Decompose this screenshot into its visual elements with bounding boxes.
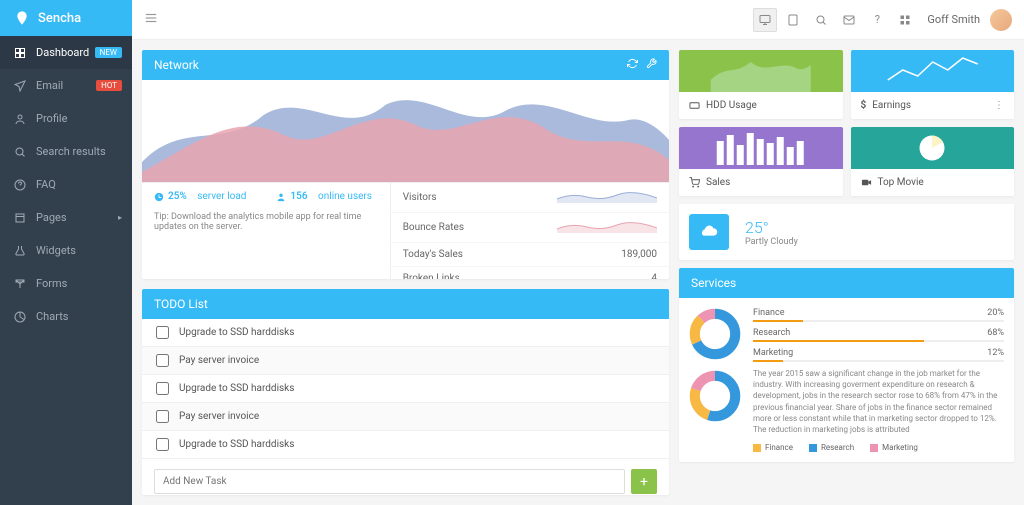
services-panel: Services <box>679 268 1014 462</box>
network-title: Network <box>154 58 199 72</box>
nav-badge: NEW <box>95 47 122 58</box>
nav-icon <box>14 179 26 191</box>
network-chart <box>142 80 669 182</box>
service-row: Research68% <box>753 328 1004 342</box>
todo-checkbox[interactable] <box>156 326 169 339</box>
hdd-label: HDD Usage <box>706 100 757 111</box>
sidebar-item-faq[interactable]: FAQ <box>0 168 132 201</box>
network-row: Broken Links4 <box>390 267 669 279</box>
nav-icon <box>14 80 26 92</box>
earnings-label: Earnings <box>872 100 911 111</box>
hamburger-icon[interactable] <box>144 11 158 28</box>
service-row: Marketing12% <box>753 348 1004 362</box>
server-load-stat: 25% server load <box>154 191 246 202</box>
topbar: ? Goff Smith <box>132 0 1024 40</box>
todo-checkbox[interactable] <box>156 410 169 423</box>
sidebar-item-profile[interactable]: Profile <box>0 102 132 135</box>
todo-checkbox[interactable] <box>156 438 169 451</box>
chevron-right-icon: ▸ <box>118 213 122 222</box>
user-icon <box>276 192 286 202</box>
todo-item: Pay server invoice <box>142 347 669 375</box>
weather-icon <box>689 214 729 250</box>
sidebar-item-dashboard[interactable]: DashboardNEW <box>0 36 132 69</box>
network-row: Today's Sales189,000 <box>390 243 669 267</box>
sidebar-item-widgets[interactable]: Widgets <box>0 234 132 267</box>
hdd-icon <box>689 100 700 111</box>
services-legend: Finance Research Marketing <box>753 443 1004 452</box>
todo-panel: TODO List Upgrade to SSD harddisksPay se… <box>142 289 669 495</box>
movie-card[interactable]: Top Movie <box>851 127 1015 196</box>
sales-label: Sales <box>706 177 730 188</box>
weather-cond: Partly Cloudy <box>745 237 798 247</box>
services-donut-1 <box>689 308 741 360</box>
nav: DashboardNEWEmailHOTProfileSearch result… <box>0 36 132 333</box>
help-icon[interactable]: ? <box>865 8 889 32</box>
weather-widget: 25° Partly Cloudy <box>679 204 1014 260</box>
username[interactable]: Goff Smith <box>927 13 980 26</box>
brand[interactable]: Sencha <box>0 0 132 36</box>
service-row: Finance20% <box>753 308 1004 322</box>
network-tip: Tip: Download the analytics mobile app f… <box>154 212 378 232</box>
add-task-button[interactable]: + <box>631 469 657 494</box>
nav-icon <box>14 146 26 158</box>
hdd-sparkline <box>679 50 843 92</box>
nav-icon <box>14 311 26 323</box>
services-desc: The year 2015 saw a significant change i… <box>753 368 1004 435</box>
services-donut-2 <box>689 370 741 422</box>
grid-icon[interactable] <box>893 8 917 32</box>
nav-icon <box>14 113 26 125</box>
network-panel: Network <box>142 50 669 279</box>
nav-icon <box>14 278 26 290</box>
dollar-icon: $ <box>861 100 867 111</box>
brand-icon <box>14 10 30 26</box>
earnings-card[interactable]: $ Earnings ⋮ <box>851 50 1015 119</box>
earnings-menu-icon[interactable]: ⋮ <box>994 100 1004 111</box>
sales-card[interactable]: Sales <box>679 127 843 196</box>
nav-badge: HOT <box>96 80 122 91</box>
todo-checkbox[interactable] <box>156 382 169 395</box>
desktop-icon[interactable] <box>753 8 777 32</box>
todo-item: Upgrade to SSD harddisks <box>142 319 669 347</box>
weather-temp: 25° <box>745 218 798 237</box>
nav-icon <box>14 47 26 59</box>
todo-item: Upgrade to SSD harddisks <box>142 431 669 459</box>
refresh-icon[interactable] <box>627 58 638 72</box>
tablet-icon[interactable] <box>781 8 805 32</box>
network-row: Bounce Rates <box>390 213 669 243</box>
mail-icon[interactable] <box>837 8 861 32</box>
movie-label: Top Movie <box>878 177 924 188</box>
wrench-icon[interactable] <box>646 58 657 72</box>
video-icon <box>861 177 872 188</box>
earnings-sparkline <box>851 50 1015 92</box>
sidebar-item-email[interactable]: EmailHOT <box>0 69 132 102</box>
todo-checkbox[interactable] <box>156 354 169 367</box>
search-icon[interactable] <box>809 8 833 32</box>
hdd-card[interactable]: HDD Usage <box>679 50 843 119</box>
avatar[interactable] <box>990 9 1012 31</box>
services-title: Services <box>691 276 736 290</box>
sales-bars <box>679 127 843 169</box>
online-users-stat: 156 online users <box>276 191 372 202</box>
sidebar-item-search-results[interactable]: Search results <box>0 135 132 168</box>
todo-item: Upgrade to SSD harddisks <box>142 375 669 403</box>
dashboard-icon <box>154 192 164 202</box>
todo-title: TODO List <box>154 297 208 311</box>
sidebar: Sencha DashboardNEWEmailHOTProfileSearch… <box>0 0 132 505</box>
sidebar-item-forms[interactable]: Forms <box>0 267 132 300</box>
sidebar-item-pages[interactable]: Pages▸ <box>0 201 132 234</box>
cart-icon <box>689 177 700 188</box>
sidebar-item-charts[interactable]: Charts <box>0 300 132 333</box>
movie-pie <box>917 133 947 163</box>
nav-icon <box>14 212 26 224</box>
brand-label: Sencha <box>38 11 81 26</box>
nav-icon <box>14 245 26 257</box>
network-row: Visitors <box>390 183 669 213</box>
add-task-input[interactable] <box>154 469 625 494</box>
todo-item: Pay server invoice <box>142 403 669 431</box>
